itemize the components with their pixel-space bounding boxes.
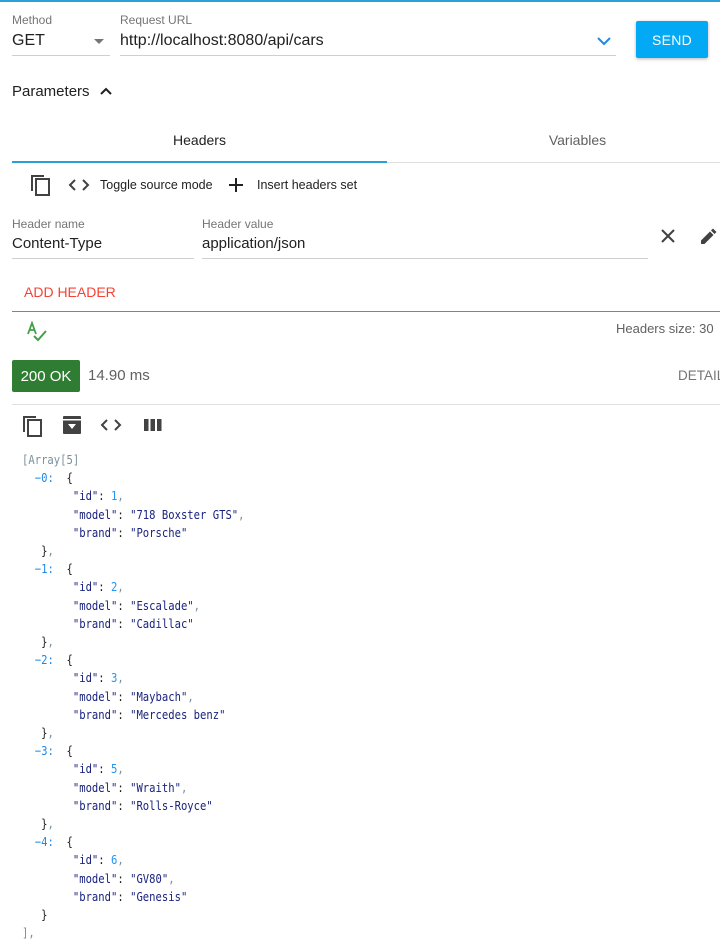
- header-value-label: Header value: [202, 217, 274, 231]
- json-id-line: "id": 6,: [72, 853, 124, 868]
- tab-variables-label: Variables: [548, 132, 607, 148]
- json-item-close: }: [22, 908, 48, 923]
- json-brand-line: "brand": "Genesis": [72, 889, 188, 904]
- dropdown-arrow-icon: [94, 39, 104, 44]
- json-item: −3: { "id": 5, "model": "Wraith", "brand…: [22, 742, 245, 833]
- parameters-toggle[interactable]: Parameters: [12, 80, 112, 102]
- json-model-line: "model": "Escalade",: [72, 598, 201, 613]
- json-brand-line: "brand": "Mercedes benz": [72, 707, 226, 722]
- insert-headers-label: Insert headers set: [257, 178, 358, 192]
- copy-response-icon[interactable]: [20, 413, 44, 439]
- tab-headers-label: Headers: [173, 132, 226, 148]
- json-id-line: "id": 3,: [72, 671, 124, 686]
- header-value-input[interactable]: application/json: [202, 233, 648, 259]
- chevron-down-icon[interactable]: [597, 36, 611, 46]
- top-accent-line: [0, 0, 720, 2]
- header-name-label: Header name: [12, 217, 85, 231]
- tab-variables[interactable]: Variables: [390, 118, 720, 162]
- edit-icon[interactable]: [698, 226, 718, 246]
- response-time: 14.90 ms: [88, 367, 150, 384]
- json-item-close: },: [22, 635, 54, 650]
- json-brand-line: "brand": "Rolls-Royce": [72, 798, 213, 813]
- json-model-line: "model": "Maybach",: [72, 689, 194, 704]
- url-value: http://localhost:8080/api/cars: [120, 32, 324, 49]
- toggle-source-label: Toggle source mode: [100, 178, 213, 192]
- json-item-header[interactable]: −4: {: [22, 833, 245, 851]
- tab-indicator: [12, 161, 387, 163]
- json-id-line: "id": 5,: [72, 762, 124, 777]
- json-array-end: ],: [22, 926, 35, 941]
- json-id-line: "id": 1,: [72, 489, 124, 504]
- spellcheck-icon[interactable]: [26, 321, 48, 343]
- method-value: GET: [12, 32, 45, 49]
- code-icon: [68, 179, 90, 191]
- json-item-header[interactable]: −3: {: [22, 742, 245, 760]
- toggle-source-button[interactable]: Toggle source mode: [68, 174, 213, 196]
- json-root: [Array[5]: [22, 451, 245, 469]
- send-button[interactable]: SEND: [636, 21, 708, 58]
- json-item-close: },: [22, 544, 54, 559]
- copy-icon[interactable]: [28, 172, 52, 198]
- tab-headers[interactable]: Headers: [12, 118, 387, 162]
- json-model-line: "model": "718 Boxster GTS",: [72, 507, 245, 522]
- columns-icon[interactable]: [143, 418, 163, 432]
- json-item: −1: { "id": 2, "model": "Escalade", "bra…: [22, 560, 245, 651]
- method-underline: [12, 55, 110, 56]
- json-model-line: "model": "GV80",: [72, 871, 175, 886]
- json-id-line: "id": 2,: [72, 580, 124, 595]
- json-item-header[interactable]: −0: {: [22, 469, 245, 487]
- add-header-button[interactable]: ADD HEADER: [24, 284, 116, 300]
- method-label: Method: [12, 13, 53, 27]
- url-label: Request URL: [120, 13, 193, 27]
- headers-size: Headers size: 30: [616, 321, 714, 336]
- close-icon[interactable]: [660, 228, 676, 244]
- url-underline: [120, 55, 616, 56]
- header-name-input[interactable]: Content-Type: [12, 233, 194, 259]
- status-badge: 200 OK: [12, 360, 80, 392]
- json-brand-line: "brand": "Cadillac": [72, 616, 194, 631]
- json-item: −0: { "id": 1, "model": "718 Boxster GTS…: [22, 469, 245, 560]
- code-view-icon[interactable]: [100, 418, 124, 432]
- json-item-header[interactable]: −1: {: [22, 560, 245, 578]
- json-item-close: },: [22, 817, 54, 832]
- chevron-up-icon: [99, 87, 112, 95]
- json-item: −4: { "id": 6, "model": "GV80", "brand":…: [22, 833, 245, 924]
- json-model-line: "model": "Wraith",: [72, 780, 188, 795]
- json-items: −0: { "id": 1, "model": "718 Boxster GTS…: [22, 469, 245, 924]
- add-header-divider: [12, 311, 720, 312]
- save-icon[interactable]: [62, 415, 82, 435]
- json-item-close: },: [22, 726, 54, 741]
- details-button[interactable]: DETAIL: [678, 368, 720, 383]
- response-divider: [12, 404, 720, 405]
- json-root-label: [Array[5]: [22, 453, 80, 467]
- header-value-underline: [202, 258, 648, 259]
- json-item: −2: { "id": 3, "model": "Maybach", "bran…: [22, 651, 245, 742]
- json-item-header[interactable]: −2: {: [22, 651, 245, 669]
- header-name-underline: [12, 258, 194, 259]
- insert-headers-button[interactable]: Insert headers set: [228, 174, 357, 196]
- json-brand-line: "brand": "Porsche": [72, 525, 188, 540]
- json-viewer: [Array[5] −0: { "id": 1, "model": "718 B…: [22, 451, 245, 942]
- header-name-value: Content-Type: [12, 235, 103, 252]
- header-value-value: application/json: [202, 235, 306, 252]
- url-input[interactable]: http://localhost:8080/api/cars: [120, 30, 616, 56]
- plus-icon: [229, 178, 243, 192]
- parameters-title: Parameters: [12, 82, 90, 100]
- method-select[interactable]: GET: [12, 30, 110, 56]
